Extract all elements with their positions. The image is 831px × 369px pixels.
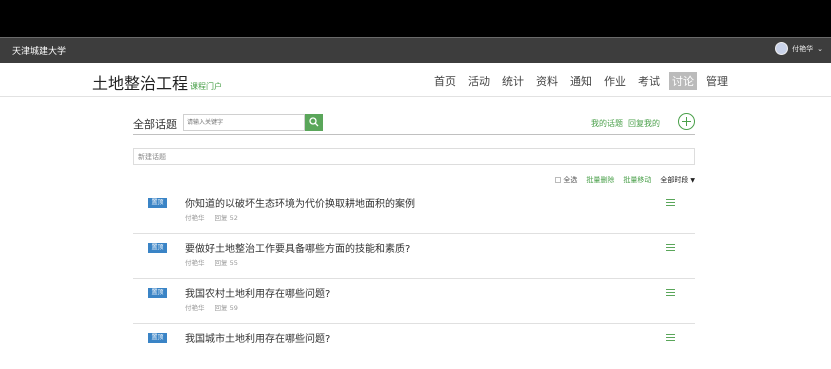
topic-author: 付艳华 xyxy=(185,214,205,222)
menu-icon[interactable] xyxy=(666,244,675,251)
top-black-bar xyxy=(0,0,831,37)
pinned-badge: 置顶 xyxy=(148,243,167,253)
time-filter-label: 全部时段 xyxy=(660,176,689,184)
nav-manage[interactable]: 管理 xyxy=(703,72,731,90)
course-nav: 首页 活动 统计 资料 通知 作业 考试 讨论 管理 xyxy=(431,72,731,90)
course-title-text: 土地整治工程 xyxy=(92,74,189,93)
batch-move-link[interactable]: 批量移动 xyxy=(623,175,651,185)
nav-notices[interactable]: 通知 xyxy=(567,72,595,90)
nav-exam[interactable]: 考试 xyxy=(635,72,663,90)
caret-down-icon: ▼ xyxy=(690,177,695,184)
topic-author: 付艳华 xyxy=(185,259,205,267)
user-menu[interactable]: 付艳华 ⌄ xyxy=(775,42,823,55)
search-icon xyxy=(309,117,319,127)
site-bar: 天津城建大学 付艳华 ⌄ xyxy=(0,37,831,63)
new-topic-field[interactable]: 新建话题 xyxy=(133,148,695,165)
topic-meta: 付艳华 回复 55 xyxy=(185,257,238,267)
user-name[interactable]: 付艳华 xyxy=(792,44,813,54)
add-topic-icon[interactable] xyxy=(678,113,695,130)
course-header: 土地整治工程 课程门户 首页 活动 统计 资料 通知 作业 考试 讨论 管理 xyxy=(0,63,831,97)
topic-meta: 付艳华 回复 52 xyxy=(185,212,238,222)
nav-home[interactable]: 首页 xyxy=(431,72,459,90)
list-item[interactable]: 置顶 你知道的以破坏生态环境为代价换取耕地面积的案例 付艳华 回复 52 xyxy=(133,189,695,234)
topic-author: 付艳华 xyxy=(185,304,205,312)
topic-title[interactable]: 我国城市土地利用存在哪些问题? xyxy=(185,330,330,345)
time-filter-dropdown[interactable]: 全部时段 ▼ xyxy=(660,175,695,185)
topic-replies: 回复 55 xyxy=(214,259,238,267)
course-portal-link[interactable]: 课程门户 xyxy=(190,82,222,91)
select-all-checkbox[interactable] xyxy=(555,177,562,183)
school-name[interactable]: 天津城建大学 xyxy=(12,44,66,57)
topic-replies: 回复 59 xyxy=(214,304,238,312)
chevron-down-icon[interactable]: ⌄ xyxy=(817,45,823,53)
batch-ops-bar: 全选 批量删除 批量移动 全部时段 ▼ xyxy=(133,173,695,187)
my-topics-link[interactable]: 我的话题 xyxy=(591,118,623,129)
avatar[interactable] xyxy=(775,42,789,55)
nav-discussion[interactable]: 讨论 xyxy=(669,72,697,90)
my-links: 我的话题 回复我的 xyxy=(591,118,660,129)
course-title: 土地整治工程 课程门户 xyxy=(92,70,222,94)
search-input[interactable] xyxy=(183,114,305,131)
discussion-toolbar: 全部话题 我的话题 回复我的 xyxy=(133,113,695,135)
list-item[interactable]: 置顶 我国农村土地利用存在哪些问题? 付艳华 回复 59 xyxy=(133,279,695,324)
nav-stats[interactable]: 统计 xyxy=(499,72,527,90)
pinned-badge: 置顶 xyxy=(148,198,167,208)
topic-title[interactable]: 你知道的以破坏生态环境为代价换取耕地面积的案例 xyxy=(185,195,415,210)
topic-title[interactable]: 要做好土地整治工作要具备哪些方面的技能和素质? xyxy=(185,240,410,255)
select-all-label: 全选 xyxy=(563,176,578,184)
search-button[interactable] xyxy=(305,114,323,131)
nav-materials[interactable]: 资料 xyxy=(533,72,561,90)
list-item[interactable]: 置顶 要做好土地整治工作要具备哪些方面的技能和素质? 付艳华 回复 55 xyxy=(133,234,695,279)
topic-meta: 付艳华 回复 59 xyxy=(185,302,238,312)
pinned-badge: 置顶 xyxy=(148,333,167,343)
topic-title[interactable]: 我国农村土地利用存在哪些问题? xyxy=(185,285,330,300)
menu-icon[interactable] xyxy=(666,199,675,206)
batch-delete-link[interactable]: 批量删除 xyxy=(586,175,614,185)
pinned-badge: 置顶 xyxy=(148,288,167,298)
select-all[interactable]: 全选 xyxy=(555,175,577,185)
menu-icon[interactable] xyxy=(666,289,675,296)
topic-replies: 回复 52 xyxy=(214,214,238,222)
menu-icon[interactable] xyxy=(666,334,675,341)
nav-activity[interactable]: 活动 xyxy=(465,72,493,90)
nav-homework[interactable]: 作业 xyxy=(601,72,629,90)
all-topics-title[interactable]: 全部话题 xyxy=(133,116,177,132)
my-replies-link[interactable]: 回复我的 xyxy=(628,118,660,129)
